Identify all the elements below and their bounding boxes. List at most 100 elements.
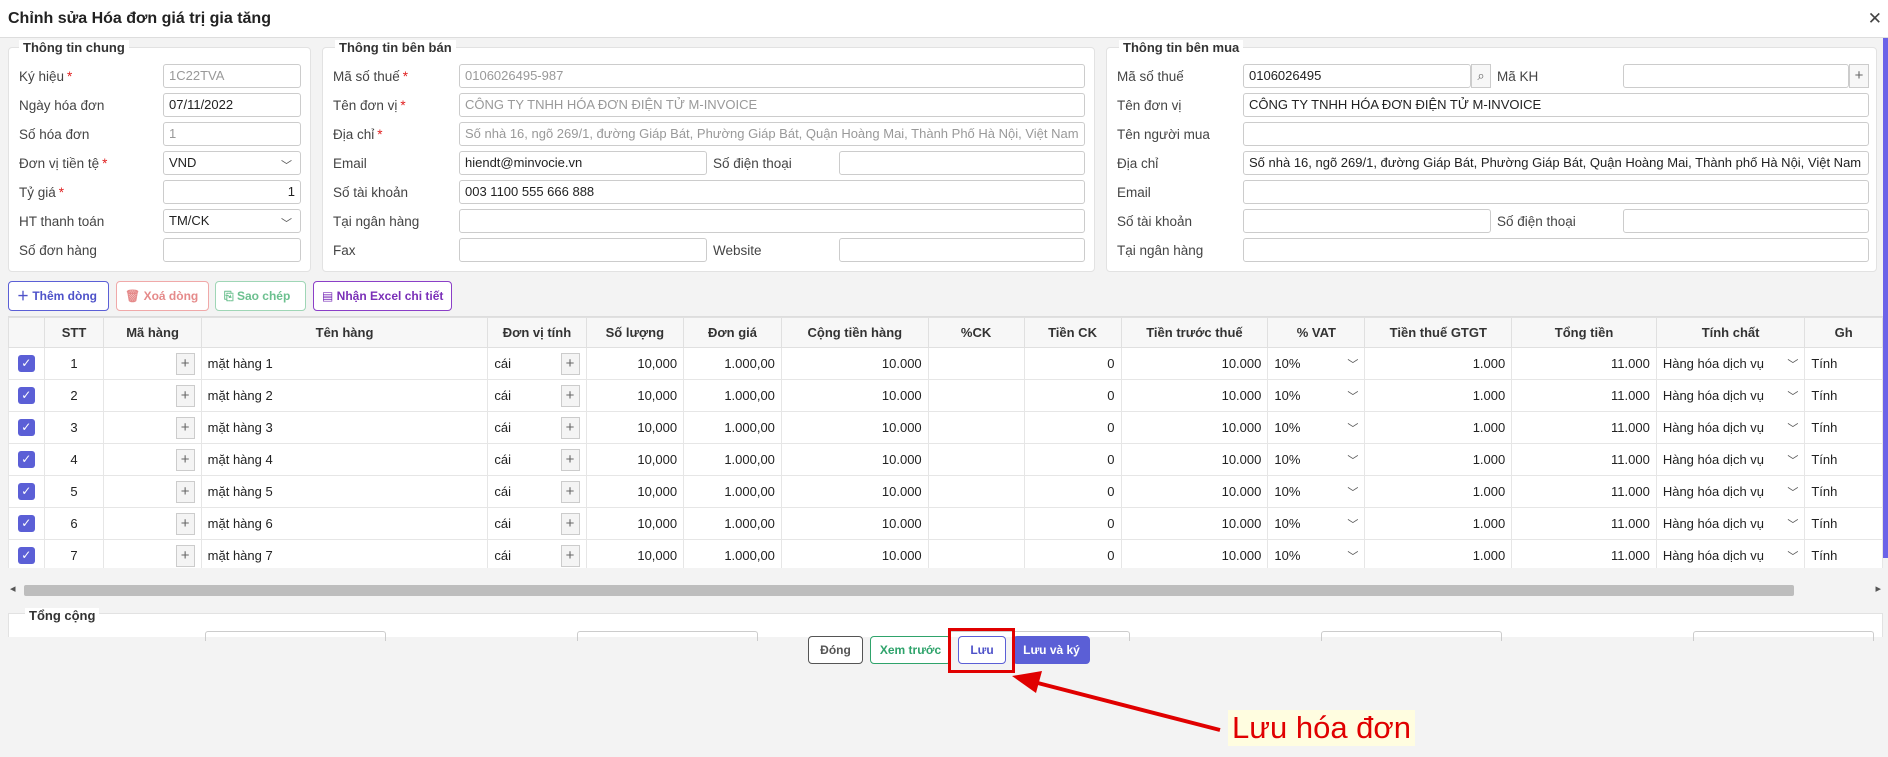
add-product-icon[interactable]: + — [175, 352, 195, 375]
add-product-icon[interactable]: + — [175, 384, 195, 407]
add-unit-icon[interactable]: + — [560, 512, 580, 535]
invoice-number-field[interactable]: 1 — [163, 122, 301, 146]
seller-name-field[interactable]: CÔNG TY TNHH HÓA ĐƠN ĐIỆN TỬ M-INVOICE — [459, 93, 1085, 117]
cell-pretax[interactable]: 10.000 — [1120, 443, 1269, 476]
seller-email-field[interactable]: hiendt@minvocie.vn — [459, 151, 707, 175]
cell-unit[interactable]: cái + — [487, 507, 587, 540]
cell-unit[interactable]: cái + — [487, 539, 587, 568]
row-checkbox[interactable]: ✓ — [8, 347, 45, 380]
cell-product-code[interactable]: + — [103, 475, 202, 508]
cell-unit-price[interactable]: 1.000,00 — [683, 347, 782, 380]
preview-button[interactable]: Xem trước — [870, 636, 951, 664]
scroll-left-icon[interactable]: ◂ — [10, 582, 16, 595]
column-header[interactable]: Số lượng — [585, 317, 685, 348]
column-header[interactable]: Tính chất — [1655, 317, 1806, 348]
import-excel-button[interactable]: ▤ Nhận Excel chi tiết — [313, 281, 452, 311]
cell-vat-select[interactable]: 10% ﹀ — [1267, 411, 1366, 444]
cell-discount-percent[interactable] — [927, 379, 1025, 412]
add-unit-icon[interactable]: + — [560, 384, 580, 407]
cell-vat-select[interactable]: 10% ﹀ — [1267, 443, 1366, 476]
add-product-icon[interactable]: + — [175, 480, 195, 503]
column-header[interactable]: Mã hàng — [103, 317, 202, 348]
column-header[interactable]: %CK — [927, 317, 1025, 348]
add-unit-icon[interactable]: + — [560, 480, 580, 503]
cell-total[interactable]: 11.000 — [1511, 411, 1657, 444]
cell-vat-amount[interactable]: 1.000 — [1364, 379, 1513, 412]
cell-vat-amount[interactable]: 1.000 — [1364, 443, 1513, 476]
cell-product-code[interactable]: + — [103, 347, 202, 380]
close-icon[interactable]: ✕ — [1868, 9, 1882, 29]
cell-discount-amount[interactable]: 0 — [1023, 347, 1122, 380]
close-button[interactable]: Đóng — [808, 636, 863, 664]
column-header[interactable]: Tiền trước thuế — [1120, 317, 1269, 348]
cell-amount[interactable]: 10.000 — [780, 379, 929, 412]
buyer-tax-field[interactable]: 0106026495 — [1243, 64, 1471, 88]
seller-account-field[interactable]: 003 1100 555 666 888 — [459, 180, 1085, 204]
buyer-name-field[interactable]: CÔNG TY TNHH HÓA ĐƠN ĐIỆN TỬ M-INVOICE — [1243, 93, 1869, 117]
table-row[interactable]: ✓ 7 + mặt hàng 7 cái +10,000 1.000,00 10.000 0 10… — [8, 539, 1883, 568]
cell-total[interactable]: 11.000 — [1511, 379, 1657, 412]
buyer-code-field[interactable] — [1623, 64, 1849, 88]
horizontal-scrollbar[interactable]: ◂ ▸ — [8, 582, 1883, 598]
cell-product-name[interactable]: mặt hàng 4 — [200, 443, 489, 476]
table-row[interactable]: ✓ 2 + mặt hàng 2 cái +10,000 1.000,00 10.000 0 10… — [8, 379, 1883, 412]
table-row[interactable]: ✓ 1 + mặt hàng 1 cái +10,000 1.000,00 10.000 0 10… — [8, 347, 1883, 380]
cell-quantity[interactable]: 10,000 — [585, 443, 685, 476]
add-row-button[interactable]: ＋ Thêm dòng — [8, 281, 109, 311]
cell-nature-select[interactable]: Hàng hóa dịch vụ ﹀ — [1655, 539, 1806, 568]
delete-row-button[interactable]: 🗑 Xoá dòng — [116, 281, 209, 311]
column-header[interactable]: Tiền CK — [1023, 317, 1122, 348]
cell-amount[interactable]: 10.000 — [780, 475, 929, 508]
column-header[interactable]: STT — [43, 317, 105, 348]
cell-product-name[interactable]: mặt hàng 3 — [200, 411, 489, 444]
add-product-icon[interactable]: + — [175, 544, 195, 567]
cell-note[interactable]: Tính — [1804, 507, 1883, 540]
buyer-email-field[interactable] — [1243, 180, 1869, 204]
cell-product-code[interactable]: + — [103, 379, 202, 412]
cell-product-name[interactable]: mặt hàng 2 — [200, 379, 489, 412]
cell-amount[interactable]: 10.000 — [780, 411, 929, 444]
row-checkbox[interactable]: ✓ — [8, 475, 45, 508]
column-header[interactable]: Tổng tiền — [1511, 317, 1657, 348]
add-customer-icon[interactable]: + — [1849, 64, 1869, 88]
column-header[interactable]: Đơn vị tính — [487, 317, 587, 348]
cell-quantity[interactable]: 10,000 — [585, 347, 685, 380]
cell-pretax[interactable]: 10.000 — [1120, 539, 1269, 568]
cell-note[interactable]: Tính — [1804, 347, 1883, 380]
cell-nature-select[interactable]: Hàng hóa dịch vụ ﹀ — [1655, 507, 1806, 540]
cell-nature-select[interactable]: Hàng hóa dịch vụ ﹀ — [1655, 347, 1806, 380]
cell-unit-price[interactable]: 1.000,00 — [683, 379, 782, 412]
table-row[interactable]: ✓ 5 + mặt hàng 5 cái +10,000 1.000,00 10.000 0 10… — [8, 475, 1883, 508]
cell-note[interactable]: Tính — [1804, 411, 1883, 444]
symbol-field[interactable]: 1C22TVA — [163, 64, 301, 88]
cell-total[interactable]: 11.000 — [1511, 507, 1657, 540]
cell-vat-select[interactable]: 10% ﹀ — [1267, 379, 1366, 412]
order-number-field[interactable] — [163, 238, 301, 262]
cell-quantity[interactable]: 10,000 — [585, 379, 685, 412]
column-header[interactable]: Đơn giá — [683, 317, 782, 348]
copy-button[interactable]: ⎘ Sao chép — [215, 281, 306, 311]
cell-total[interactable]: 11.000 — [1511, 539, 1657, 568]
date-field[interactable]: 07/11/2022 — [163, 93, 301, 117]
cell-product-name[interactable]: mặt hàng 1 — [200, 347, 489, 380]
save-and-sign-button[interactable]: Lưu và ký — [1013, 636, 1090, 664]
cell-quantity[interactable]: 10,000 — [585, 507, 685, 540]
cell-discount-amount[interactable]: 0 — [1023, 379, 1122, 412]
cell-pretax[interactable]: 10.000 — [1120, 475, 1269, 508]
cell-discount-percent[interactable] — [927, 443, 1025, 476]
cell-amount[interactable]: 10.000 — [780, 539, 929, 568]
cell-vat-select[interactable]: 10% ﹀ — [1267, 475, 1366, 508]
seller-address-field[interactable]: Số nhà 16, ngõ 269/1, đường Giáp Bát, Ph… — [459, 122, 1085, 146]
cell-pretax[interactable]: 10.000 — [1120, 379, 1269, 412]
cell-discount-amount[interactable]: 0 — [1023, 443, 1122, 476]
cell-vat-select[interactable]: 10% ﹀ — [1267, 507, 1366, 540]
cell-nature-select[interactable]: Hàng hóa dịch vụ ﹀ — [1655, 411, 1806, 444]
add-product-icon[interactable]: + — [175, 416, 195, 439]
cell-pretax[interactable]: 10.000 — [1120, 347, 1269, 380]
column-header[interactable]: Gh — [1804, 317, 1883, 348]
seller-tax-field[interactable]: 0106026495-987 — [459, 64, 1085, 88]
cell-pretax[interactable]: 10.000 — [1120, 507, 1269, 540]
table-row[interactable]: ✓ 4 + mặt hàng 4 cái +10,000 1.000,00 10.000 0 10… — [8, 443, 1883, 476]
buyer-account-field[interactable] — [1243, 209, 1491, 233]
cell-discount-percent[interactable] — [927, 411, 1025, 444]
